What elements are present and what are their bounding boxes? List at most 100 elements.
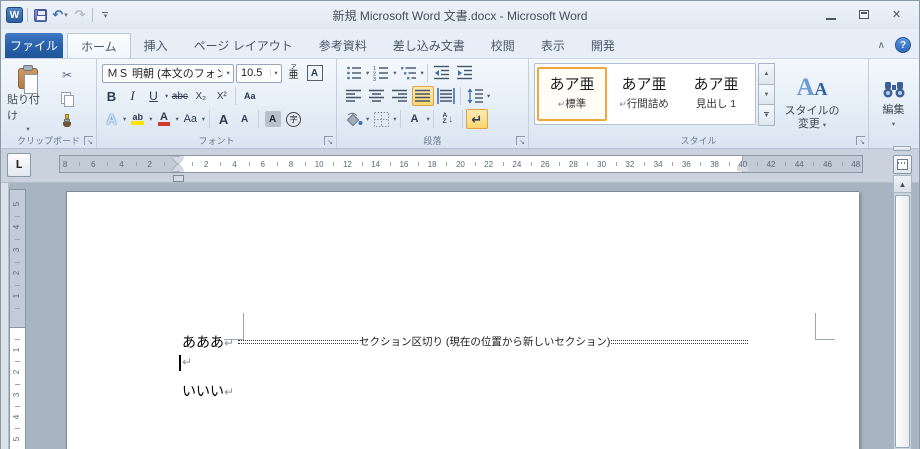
chevron-down-icon[interactable]: ▾: [270, 69, 281, 77]
font-name-combo[interactable]: ＭＳ 明朝 (本文のフォン ▾: [102, 64, 234, 83]
underline-button[interactable]: U: [144, 86, 163, 106]
decrease-indent-button[interactable]: [431, 63, 453, 83]
line-spacing-dropdown-arrow[interactable]: ▾: [487, 92, 490, 100]
character-border-button[interactable]: A: [305, 63, 324, 83]
asian-layout-dropdown-arrow[interactable]: ▾: [427, 115, 430, 123]
help-button[interactable]: ?: [895, 37, 911, 53]
document-line-3[interactable]: いいい↵: [182, 381, 234, 401]
style-card-no-spacing[interactable]: あア亜 ↵行間詰め: [609, 67, 679, 121]
undo-button[interactable]: ↶▾: [52, 6, 68, 24]
grow-font-button[interactable]: A: [214, 109, 233, 129]
styles-dialog-launcher[interactable]: [856, 136, 865, 145]
copy-button[interactable]: [57, 88, 77, 108]
bullets-dropdown-arrow[interactable]: ▾: [366, 69, 369, 77]
paste-button[interactable]: 貼り付け ▾: [6, 64, 50, 134]
document-page[interactable]: あああ↵ セクション区切り (現在の位置から新しいセクション) ↵ いいい↵: [66, 191, 859, 449]
clear-formatting-button[interactable]: Aa: [240, 86, 259, 106]
tab-home[interactable]: ホーム: [67, 33, 131, 58]
tab-review[interactable]: 校閲: [478, 33, 528, 58]
paragraph-dialog-launcher[interactable]: [516, 136, 525, 145]
sort-button[interactable]: AZ↓: [437, 109, 459, 129]
align-left-button[interactable]: [343, 86, 365, 106]
restore-button[interactable]: [853, 6, 874, 23]
ruler-toggle-button[interactable]: [893, 155, 912, 174]
shading-button[interactable]: [343, 109, 365, 129]
line3-text[interactable]: いいい: [182, 385, 224, 400]
style-card-heading1[interactable]: あア亜 見出し 1: [681, 67, 751, 121]
split-pane-handle[interactable]: [893, 146, 911, 151]
tab-insert[interactable]: 挿入: [131, 33, 181, 58]
numbering-dropdown-arrow[interactable]: ▾: [393, 69, 396, 77]
tab-file[interactable]: ファイル: [5, 33, 63, 58]
format-painter-button[interactable]: [57, 111, 77, 131]
line1-text[interactable]: あああ: [182, 336, 224, 351]
shrink-font-button[interactable]: A: [235, 109, 254, 129]
numbering-button[interactable]: 123: [370, 63, 392, 83]
change-case-dropdown-arrow[interactable]: ▾: [202, 115, 205, 123]
text-effects-dropdown-arrow[interactable]: ▾: [123, 115, 126, 123]
chevron-down-icon[interactable]: ▾: [222, 69, 233, 77]
highlight-button[interactable]: ab: [128, 109, 147, 129]
v-ruler[interactable]: 5432112345: [9, 189, 26, 449]
first-line-indent-marker[interactable]: [172, 157, 184, 164]
show-formatting-marks-button[interactable]: ↵: [466, 109, 488, 129]
change-case-button[interactable]: Aa: [181, 109, 200, 129]
tab-references[interactable]: 参考資料: [306, 33, 380, 58]
tab-developer[interactable]: 開発: [578, 33, 628, 58]
align-right-button[interactable]: [389, 86, 411, 106]
justify-button[interactable]: [412, 86, 434, 106]
superscript-button[interactable]: X²: [212, 86, 231, 106]
customize-qat-button[interactable]: ▾: [97, 6, 113, 24]
minimize-ribbon-icon[interactable]: ∧: [878, 40, 885, 51]
borders-dropdown-arrow[interactable]: ▾: [393, 115, 396, 123]
clipboard-dialog-launcher[interactable]: [84, 136, 93, 145]
document-line-2[interactable]: ↵: [182, 355, 192, 371]
styles-scroll-up-button[interactable]: ▲: [758, 63, 775, 85]
style-card-normal[interactable]: あア亜 ↵標準: [537, 67, 607, 121]
font-color-dropdown-arrow[interactable]: ▾: [176, 115, 179, 123]
borders-button[interactable]: [370, 109, 392, 129]
multilevel-list-dropdown-arrow[interactable]: ▾: [421, 69, 424, 77]
vertical-scrollbar[interactable]: ▲: [893, 175, 912, 449]
enclose-characters-button[interactable]: 字: [284, 109, 303, 129]
redo-button[interactable]: ↷: [72, 6, 88, 24]
bullets-button[interactable]: [343, 63, 365, 83]
scrollbar-thumb[interactable]: [895, 195, 910, 448]
left-indent-marker[interactable]: [173, 175, 184, 182]
scrollbar-up-button[interactable]: ▲: [894, 176, 911, 193]
cut-button[interactable]: ✂: [57, 65, 77, 85]
tab-view[interactable]: 表示: [528, 33, 578, 58]
minimize-button[interactable]: [820, 6, 841, 23]
tab-page-layout[interactable]: ページ レイアウト: [181, 33, 306, 58]
asian-layout-button[interactable]: A: [404, 109, 426, 129]
document-line-1[interactable]: あああ↵: [182, 332, 234, 352]
shading-dropdown-arrow[interactable]: ▾: [366, 115, 369, 123]
bold-button[interactable]: B: [102, 86, 121, 106]
styles-scroll-down-button[interactable]: ▼: [758, 84, 775, 106]
font-size-combo[interactable]: 10.5 ▾: [236, 64, 282, 83]
phonetic-guide-button[interactable]: ア亜: [284, 63, 303, 83]
text-cursor[interactable]: [179, 355, 181, 371]
character-shading-button[interactable]: A: [263, 109, 282, 129]
save-button[interactable]: [32, 6, 48, 24]
tab-stop-selector[interactable]: L: [7, 153, 31, 177]
hanging-indent-marker[interactable]: [172, 164, 184, 171]
highlight-dropdown-arrow[interactable]: ▾: [149, 115, 152, 123]
tab-mailings[interactable]: 差し込み文書: [380, 33, 478, 58]
line-spacing-button[interactable]: [464, 86, 486, 106]
italic-button[interactable]: I: [123, 86, 142, 106]
change-styles-button[interactable]: AA スタイルの変更 ▾: [781, 63, 843, 141]
word-logo-icon[interactable]: W: [6, 7, 23, 23]
align-center-button[interactable]: [366, 86, 388, 106]
font-color-button[interactable]: A: [155, 109, 174, 129]
text-effects-button[interactable]: A: [102, 109, 121, 129]
subscript-button[interactable]: X₂: [191, 86, 210, 106]
strikethrough-button[interactable]: abc: [170, 86, 189, 106]
font-dialog-launcher[interactable]: [324, 136, 333, 145]
section-break-line[interactable]: セクション区切り (現在の位置から新しいセクション): [238, 334, 748, 349]
distribute-button[interactable]: [435, 86, 457, 106]
undo-dropdown-arrow[interactable]: ▾: [64, 11, 68, 19]
h-ruler[interactable]: 8642246810121416182022242628303234363840…: [59, 155, 863, 173]
increase-indent-button[interactable]: [454, 63, 476, 83]
editing-menu-button[interactable]: 編集 ▾: [875, 64, 912, 140]
